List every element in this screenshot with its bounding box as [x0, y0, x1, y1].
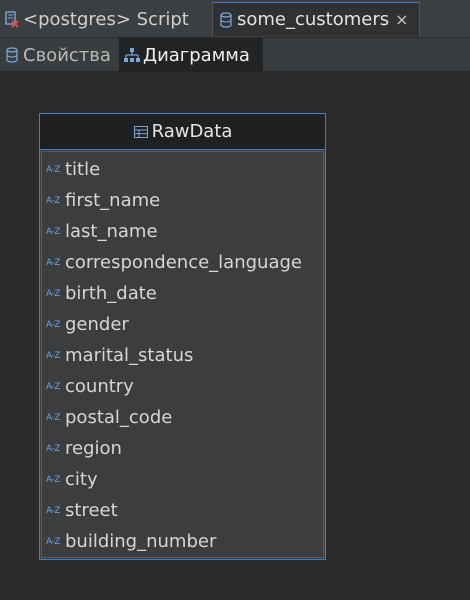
attribute-row[interactable]: A-Z title — [46, 154, 100, 185]
attribute-row[interactable]: A-Z marital_status — [46, 340, 193, 371]
string-type-icon: A-Z — [46, 226, 60, 237]
attribute-row[interactable]: A-Z last_name — [46, 216, 158, 247]
attribute-row[interactable]: A-Z street — [46, 495, 118, 526]
tab-diagram[interactable]: Диаграмма — [119, 38, 263, 72]
attribute-row[interactable]: A-Z region — [46, 433, 122, 464]
string-type-icon: A-Z — [46, 443, 60, 454]
string-type-icon: A-Z — [46, 319, 60, 330]
attribute-row[interactable]: A-Z country — [46, 371, 134, 402]
tab-diagram-label: Диаграмма — [143, 44, 250, 66]
attribute-row[interactable]: A-Z birth_date — [46, 278, 157, 309]
sql-script-error-icon — [3, 10, 21, 28]
entity-name: RawData — [151, 121, 233, 142]
editor-tab-bar: <postgres> Script some_customers × — [0, 0, 470, 38]
attribute-name: last_name — [65, 221, 158, 242]
diagram-canvas[interactable]: RawData A-Z title A-Z first_name A-Z last_n… — [0, 72, 470, 600]
attribute-row[interactable]: A-Z correspondence_language — [46, 247, 302, 278]
attribute-row[interactable]: A-Z postal_code — [46, 402, 172, 433]
string-type-icon: A-Z — [46, 257, 60, 268]
string-type-icon: A-Z — [46, 505, 60, 516]
attribute-name: birth_date — [65, 283, 157, 304]
table-icon — [133, 124, 149, 140]
attribute-name: correspondence_language — [65, 252, 302, 273]
tab-postgres-script-label: <postgres> Script — [23, 8, 189, 30]
attribute-name: city — [65, 469, 98, 490]
entity-rawdata[interactable]: RawData A-Z title A-Z first_name A-Z last_n… — [39, 113, 326, 560]
attribute-name: building_number — [65, 531, 217, 552]
tab-postgres-script[interactable]: <postgres> Script — [0, 2, 208, 36]
attribute-name: postal_code — [65, 407, 173, 428]
attribute-row[interactable]: A-Z city — [46, 464, 98, 495]
attribute-name: street — [65, 500, 118, 521]
attribute-name: region — [65, 438, 122, 459]
diagram-icon — [123, 46, 141, 64]
attribute-name: title — [65, 159, 101, 180]
attribute-row[interactable]: A-Z building_number — [46, 526, 216, 557]
tab-some-customers[interactable]: some_customers × — [212, 2, 420, 36]
tab-properties-label: Свойства — [23, 44, 111, 66]
sub-tab-bar: Свойства Диаграмма — [0, 38, 470, 72]
close-icon[interactable]: × — [395, 10, 408, 29]
attribute-name: country — [65, 376, 134, 397]
entity-header[interactable]: RawData — [40, 114, 325, 150]
attribute-name: marital_status — [65, 345, 194, 366]
entity-attribute-list: A-Z title A-Z first_name A-Z last_name A-Z c… — [41, 151, 324, 558]
attribute-name: first_name — [65, 190, 161, 211]
tab-properties[interactable]: Свойства — [0, 38, 119, 72]
string-type-icon: A-Z — [46, 474, 60, 485]
database-icon — [217, 11, 235, 29]
string-type-icon: A-Z — [46, 381, 60, 392]
attribute-name: gender — [65, 314, 129, 335]
string-type-icon: A-Z — [46, 350, 60, 361]
attribute-row[interactable]: A-Z gender — [46, 309, 129, 340]
attribute-row[interactable]: A-Z first_name — [46, 185, 160, 216]
string-type-icon: A-Z — [46, 536, 60, 547]
database-icon — [3, 46, 21, 64]
string-type-icon: A-Z — [46, 164, 60, 175]
string-type-icon: A-Z — [46, 412, 60, 423]
string-type-icon: A-Z — [46, 195, 60, 206]
tab-some-customers-label: some_customers — [237, 9, 390, 30]
string-type-icon: A-Z — [46, 288, 60, 299]
